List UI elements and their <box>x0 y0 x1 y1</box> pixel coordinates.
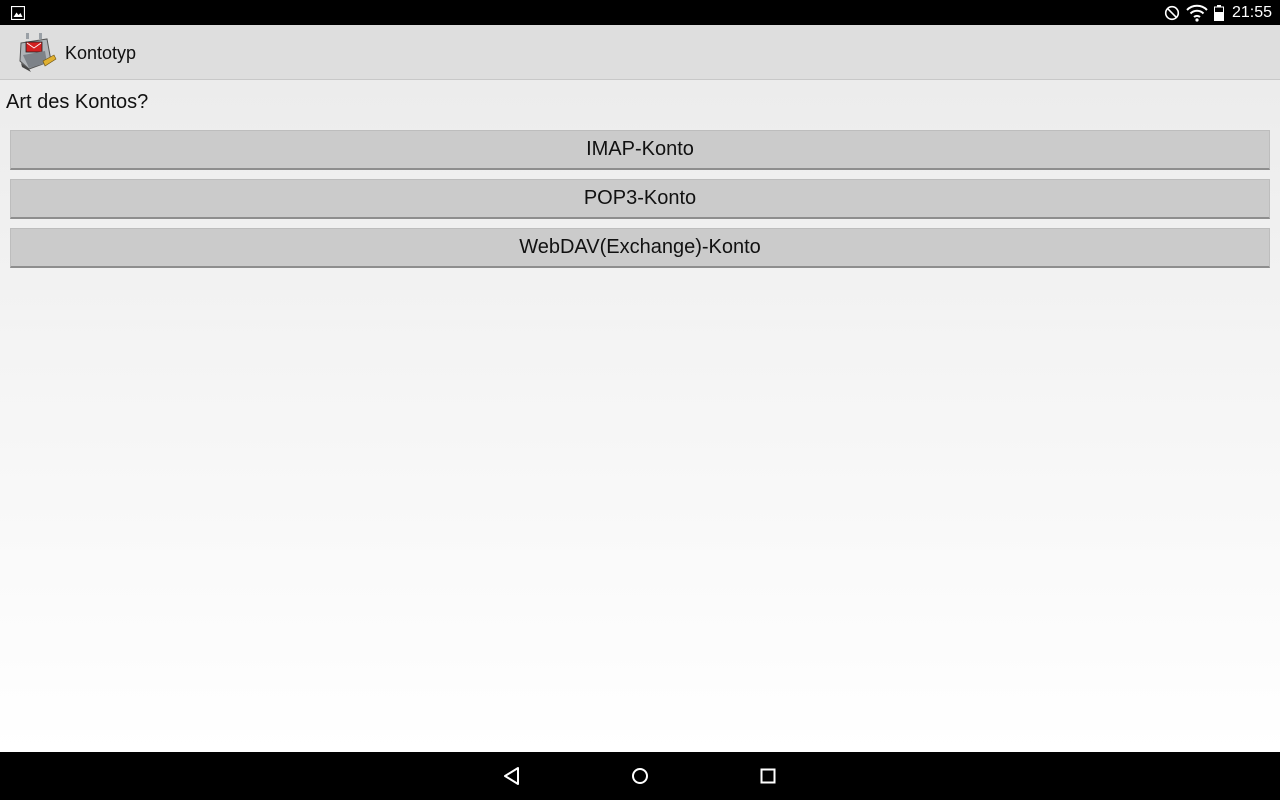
home-icon[interactable] <box>628 764 652 788</box>
pop3-account-button[interactable]: POP3-Konto <box>10 179 1270 219</box>
account-type-prompt: Art des Kontos? <box>6 91 149 113</box>
battery-icon <box>1213 4 1224 21</box>
action-bar: Kontotyp <box>0 25 1280 80</box>
page-title: Kontotyp <box>65 43 137 63</box>
app-logo-icon[interactable] <box>17 31 57 73</box>
content-area: Art des Kontos? IMAP-Konto POP3-Konto We… <box>0 80 1280 752</box>
webdav-exchange-account-button[interactable]: WebDAV(Exchange)-Konto <box>10 228 1270 268</box>
recent-apps-icon[interactable] <box>756 764 780 788</box>
status-icons: 21:55 <box>1164 0 1272 25</box>
do-not-disturb-icon <box>1164 5 1180 21</box>
navigation-bar <box>0 752 1280 800</box>
status-bar: 21:55 <box>0 0 1280 25</box>
wifi-icon <box>1186 4 1208 22</box>
back-icon[interactable] <box>500 764 524 788</box>
imap-account-button[interactable]: IMAP-Konto <box>10 130 1270 170</box>
image-notification-icon <box>10 5 26 21</box>
clock: 21:55 <box>1231 3 1272 21</box>
